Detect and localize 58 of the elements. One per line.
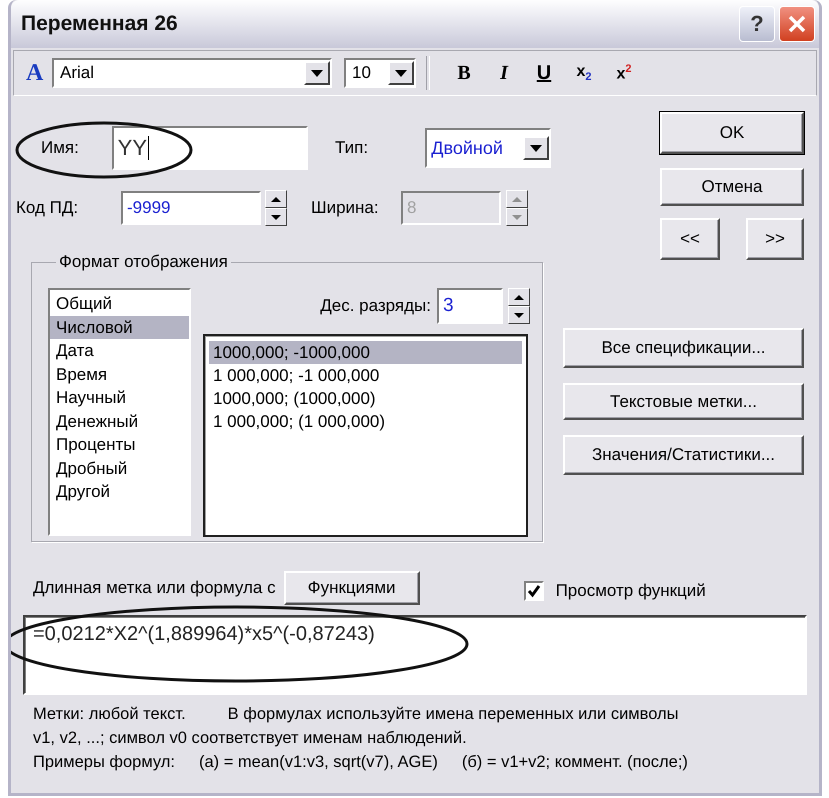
number-format-list[interactable]: 1000,000; -1000,000 1 000,000; -1 000,000 1000,000; (1000,000) 1 000,000; (1 000,000) [203,334,528,537]
font-combo[interactable]: Arial [52,58,332,88]
checkbox[interactable] [524,581,544,601]
missing-code-field[interactable]: -9999 [121,191,261,225]
side-button[interactable]: Все спецификации... [563,328,804,368]
field-label: Тип: [335,138,370,158]
format-item[interactable]: 1 000,000; (1 000,000) [209,410,522,433]
category-item[interactable]: Числовой [50,316,189,339]
category-item[interactable]: Дата [50,339,189,362]
category-item[interactable]: Общий [50,292,189,316]
decimals-field[interactable]: 3 [437,288,503,324]
help-text: Примеры формул: [33,753,175,771]
category-item[interactable]: Проценты [50,433,189,456]
field-label: Дес. разряды: [320,296,431,316]
functions-button[interactable]: Функциями [284,571,420,605]
field-label: Имя: [41,138,80,158]
spin-buttons[interactable] [265,190,287,226]
bold-button[interactable]: B [444,62,484,84]
format-category-list[interactable]: Общий Числовой Дата Время Научный Денежный Проценты Дробный Другой [48,288,191,536]
window-title: Переменная 26 [21,12,179,36]
help-text: (б) = v1+v2; коммент. (после;) [462,753,688,771]
group-title: Формат отображения [58,252,229,272]
help-text: Метки: любой текст. [33,705,186,723]
category-item[interactable]: Время [50,362,189,386]
underline-button[interactable]: U [524,62,564,84]
italic-button[interactable]: I [484,62,524,84]
close-button[interactable] [779,6,815,42]
spin-buttons[interactable] [506,190,528,226]
superscript-button[interactable]: x$^{2}$ [604,62,644,84]
type-combo[interactable]: Двойной [425,128,552,168]
side-button[interactable]: Текстовые метки... [563,383,804,420]
help-text: v1, v2, ...; символ v0 соответствует именам наблюдений. [33,729,467,747]
format-item[interactable]: 1000,000; -1000,000 [209,341,522,364]
subscript-button[interactable]: x$_{2}$ [564,62,604,84]
help-button[interactable]: ? [739,6,775,42]
font-icon[interactable]: A [26,60,52,86]
size-combo[interactable]: 10 [344,58,416,88]
field-label: Код ПД: [16,198,80,218]
side-button[interactable]: Значения/Статистики... [563,435,804,475]
category-item[interactable]: Другой [50,480,189,504]
formula-label: Длинная метка или формула с [33,578,276,598]
field-label: Ширина: [311,198,380,218]
category-item[interactable]: Научный [50,386,189,410]
category-item[interactable]: Дробный [50,456,189,480]
category-item[interactable]: Денежный [50,410,189,433]
close-icon [787,14,807,34]
spin-buttons[interactable] [508,288,530,324]
help-text: (а) = mean(v1:v3, sqrt(v7), AGE) [198,753,438,771]
name-field[interactable]: YY [112,126,308,170]
previous-button[interactable]: << [660,218,720,260]
help-text: В формулах используйте имена переменных или символы [228,705,679,723]
format-item[interactable]: 1 000,000; -1 000,000 [209,364,522,387]
next-button[interactable]: >> [746,218,804,260]
ok-button[interactable]: OK [660,112,804,154]
format-item[interactable]: 1000,000; (1000,000) [209,387,522,410]
cancel-button[interactable]: Отмена [660,168,804,206]
checkbox-label: Просмотр функций [556,581,706,601]
formula-field[interactable]: =0,0212*X2^(1,889964)*x5^(-0,87243) [23,615,807,695]
